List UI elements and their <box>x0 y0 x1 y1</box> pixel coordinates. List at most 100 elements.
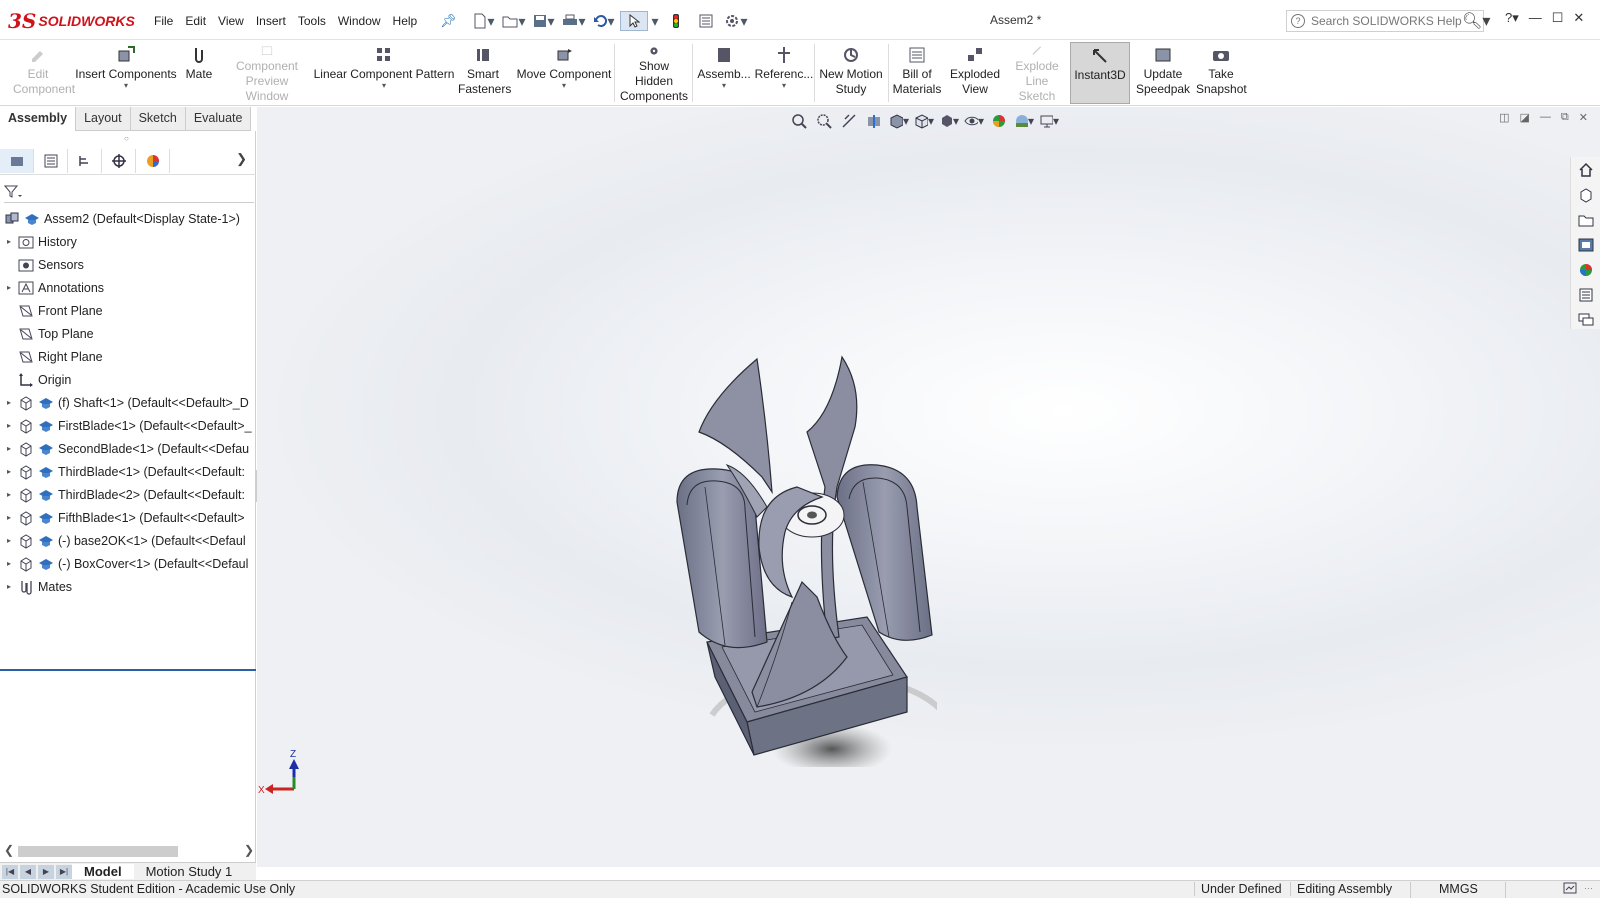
turbine-assembly-model[interactable] <box>617 347 937 767</box>
print-icon[interactable]: ▾ <box>560 11 588 31</box>
zoom-to-area-icon[interactable] <box>814 111 834 131</box>
tree-item-top-plane[interactable]: Top Plane <box>0 322 256 345</box>
expand-arrow-icon[interactable]: ▸ <box>0 237 18 246</box>
property-manager-tab-icon[interactable] <box>34 148 68 173</box>
menu-insert[interactable]: Insert <box>250 12 292 30</box>
expand-arrow-icon[interactable]: ▸ <box>0 283 18 292</box>
zoom-to-fit-icon[interactable] <box>789 111 809 131</box>
tree-root[interactable]: Assem2 (Default<Display State-1>) <box>0 207 256 230</box>
smart-fasteners-button[interactable]: Smart Fasteners <box>458 42 511 104</box>
viewport-close-icon[interactable]: ✕ <box>1579 111 1588 124</box>
search-input[interactable]: Search SOLIDWORKS Help <box>1311 14 1462 28</box>
tile-right-icon[interactable]: ◪ <box>1520 111 1530 124</box>
tree-item-annotations[interactable]: ▸ Annotations <box>0 276 256 299</box>
take-snapshot-button[interactable]: Take Snapshot <box>1194 42 1248 104</box>
expand-arrow-icon[interactable]: ▸ <box>0 444 18 453</box>
menu-view[interactable]: View <box>212 12 250 30</box>
tree-item-origin[interactable]: Origin <box>0 368 256 391</box>
view-settings-icon[interactable]: ▾ <box>1039 111 1059 131</box>
file-explorer-folder-icon[interactable] <box>1571 207 1600 232</box>
chevron-down-icon[interactable]: ▾ <box>124 82 128 90</box>
search-icon[interactable]: 🔍︎▾ <box>1462 11 1490 31</box>
solidworks-resources-home-icon[interactable] <box>1571 157 1600 182</box>
tree-item-shaft[interactable]: ▸ (f) Shaft<1> (Default<<Default>_D <box>0 391 256 414</box>
design-library-icon[interactable] <box>1571 182 1600 207</box>
configuration-manager-tab-icon[interactable] <box>68 148 102 173</box>
tile-left-icon[interactable]: ◫ <box>1499 111 1509 124</box>
menu-window[interactable]: Window <box>332 12 387 30</box>
forum-chat-icon[interactable] <box>1571 307 1600 332</box>
tab-motion-study-1[interactable]: Motion Study 1 <box>134 864 245 879</box>
open-folder-icon[interactable]: ▾ <box>500 11 528 31</box>
minimize-icon[interactable]: — <box>1529 10 1542 26</box>
new-document-icon[interactable]: ▾ <box>470 11 498 31</box>
horizontal-scrollbar[interactable]: ❮ ❯ <box>0 843 256 859</box>
scroll-left-icon[interactable]: ❮ <box>4 843 14 857</box>
tree-item-firstblade[interactable]: ▸ FirstBlade<1> (Default<<Default>_ <box>0 414 256 437</box>
undo-icon[interactable]: ▾ <box>590 11 618 31</box>
edit-component-button[interactable]: Edit Component <box>4 42 75 104</box>
expand-arrow-icon[interactable]: ▸ <box>0 467 18 476</box>
feature-manager-tab-icon[interactable] <box>0 148 34 173</box>
appearances-scenes-icon[interactable] <box>1571 257 1600 282</box>
tree-item-front-plane[interactable]: Front Plane <box>0 299 256 322</box>
tree-item-base2ok[interactable]: ▸ (-) base2OK<1> (Default<<Defaul <box>0 529 256 552</box>
maximize-icon[interactable]: ☐ <box>1552 10 1564 26</box>
previous-view-icon[interactable] <box>839 111 859 131</box>
chevron-down-icon[interactable]: ▾ <box>562 82 566 90</box>
tree-item-boxcover[interactable]: ▸ (-) BoxCover<1> (Default<<Defaul <box>0 552 256 575</box>
pin-icon[interactable]: 📌︎ <box>440 13 457 29</box>
tree-item-history[interactable]: ▸ History <box>0 230 256 253</box>
viewport-restore-icon[interactable]: ⧉ <box>1561 111 1569 124</box>
show-hidden-components-button[interactable]: Show Hidden Components <box>618 42 690 104</box>
menu-edit[interactable]: Edit <box>179 12 212 30</box>
insert-components-button[interactable]: Insert Components ▾ <box>74 42 178 104</box>
save-icon[interactable]: ▾ <box>530 11 558 31</box>
reference-geometry-button[interactable]: Referenc... ▾ <box>754 42 814 104</box>
tree-item-right-plane[interactable]: Right Plane <box>0 345 256 368</box>
component-preview-window-button[interactable]: Component Preview Window <box>222 42 312 104</box>
chevron-down-icon[interactable]: ▾ <box>782 82 786 90</box>
bill-of-materials-button[interactable]: Bill of Materials <box>890 42 944 104</box>
section-view-icon[interactable] <box>864 111 884 131</box>
assembly-features-button[interactable]: Assemb... ▾ <box>696 42 752 104</box>
tree-item-mates[interactable]: ▸ Mates <box>0 575 256 598</box>
tree-item-fifthblade[interactable]: ▸ FifthBlade<1> (Default<<Default> <box>0 506 256 529</box>
linear-component-pattern-button[interactable]: Linear Component Pattern ▾ <box>312 42 456 104</box>
display-manager-tab-icon[interactable] <box>136 148 170 173</box>
help-question-icon[interactable]: ?▾ <box>1505 10 1519 26</box>
close-icon[interactable]: ✕ <box>1573 10 1584 26</box>
tree-item-sensors[interactable]: Sensors <box>0 253 256 276</box>
view-palette-icon[interactable] <box>1571 232 1600 257</box>
customize-status-icon[interactable] <box>1562 881 1578 898</box>
tab-model[interactable]: Model <box>72 864 134 879</box>
custom-properties-icon[interactable] <box>1571 282 1600 307</box>
search-help-box[interactable]: ? Search SOLIDWORKS Help <box>1286 10 1484 32</box>
solidworks-logo[interactable]: 3S SOLIDWORKS <box>8 7 135 35</box>
graphics-area[interactable]: ▾ ▾ ▾ ▾ ▾ ▾ ◫ ◪ — ⧉ ✕ Z X <box>257 107 1600 867</box>
expand-arrow-icon[interactable]: ▸ <box>0 536 18 545</box>
select-arrow-icon[interactable] <box>620 11 648 31</box>
tree-filter[interactable] <box>4 181 254 203</box>
tree-item-secondblade[interactable]: ▸ SecondBlade<1> (Default<<Defau <box>0 437 256 460</box>
edit-appearance-icon[interactable] <box>989 111 1009 131</box>
mate-button[interactable]: Mate <box>180 42 218 104</box>
update-speedpak-button[interactable]: Update Speedpak <box>1134 42 1192 104</box>
unit-system-selector[interactable]: MMGS ˄ <box>1410 882 1506 898</box>
file-properties-icon[interactable] <box>692 11 720 31</box>
expand-arrow-icon[interactable]: ▸ <box>0 513 18 522</box>
expand-arrow-icon[interactable]: ▸ <box>0 582 18 591</box>
move-component-button[interactable]: Move Component ▾ <box>514 42 614 104</box>
chevron-right-icon[interactable]: ❯ <box>236 151 247 167</box>
expand-arrow-icon[interactable]: ▸ <box>0 490 18 499</box>
pane-resize-handle[interactable]: ○ <box>124 134 129 143</box>
first-tab-icon[interactable]: |◀ <box>2 864 18 879</box>
tab-assembly[interactable]: Assembly <box>0 107 77 131</box>
scroll-right-icon[interactable]: ❯ <box>244 843 254 857</box>
new-motion-study-button[interactable]: New Motion Study <box>816 42 886 104</box>
menu-tools[interactable]: Tools <box>292 12 332 30</box>
expand-arrow-icon[interactable]: ▸ <box>0 421 18 430</box>
next-tab-icon[interactable]: ▶ <box>38 864 54 879</box>
menu-help[interactable]: Help <box>387 12 424 30</box>
dimxpert-manager-tab-icon[interactable] <box>102 148 136 173</box>
